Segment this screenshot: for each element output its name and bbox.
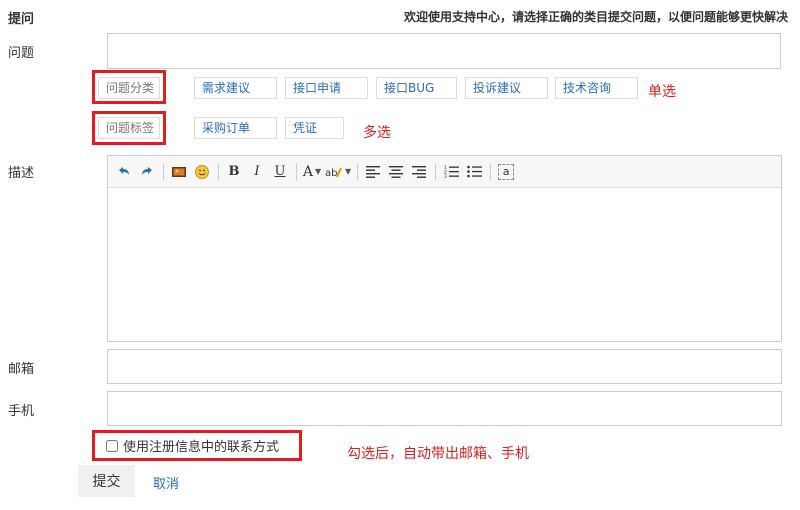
toolbar-separator xyxy=(435,162,437,181)
use-registered-note: 勾选后，自动带出邮箱、手机 xyxy=(347,446,529,462)
cancel-link[interactable]: 取消 xyxy=(153,473,179,492)
category-chip-api-apply[interactable]: 接口申请 xyxy=(285,77,368,99)
email-label: 邮箱 xyxy=(8,362,35,377)
align-center-icon[interactable] xyxy=(386,161,406,183)
email-input[interactable] xyxy=(107,349,782,384)
font-color-button[interactable]: A ▼ xyxy=(302,161,322,183)
question-input[interactable] xyxy=(107,33,781,69)
font-color-label: A xyxy=(302,163,313,180)
toolbar-separator xyxy=(357,162,359,181)
use-registered-label: 使用注册信息中的联系方式 xyxy=(123,440,280,455)
emoji-icon[interactable] xyxy=(192,161,212,183)
source-code-button[interactable]: a xyxy=(496,161,516,183)
use-registered-checkbox[interactable] xyxy=(106,439,118,452)
unordered-list-icon[interactable] xyxy=(464,161,484,183)
bold-button[interactable]: B xyxy=(224,161,244,183)
undo-icon[interactable] xyxy=(114,161,134,183)
redo-icon[interactable] xyxy=(137,161,157,183)
submit-button[interactable]: 提交 xyxy=(78,465,135,497)
svg-text:3: 3 xyxy=(444,174,447,178)
align-left-icon[interactable] xyxy=(363,161,383,183)
phone-input[interactable] xyxy=(107,391,782,426)
italic-button[interactable]: I xyxy=(247,161,267,183)
welcome-text: 欢迎使用支持中心，请选择正确的类目提交问题，以便问题能够更快解决 xyxy=(403,10,788,24)
toolbar-separator xyxy=(163,162,164,181)
description-label: 描述 xyxy=(8,166,35,181)
source-label: a xyxy=(498,163,515,180)
category-label: 问题分类 xyxy=(98,77,160,99)
question-label: 问题 xyxy=(8,46,35,61)
tag-chip-purchase-order[interactable]: 采购订单 xyxy=(194,117,277,139)
svg-text:ab: ab xyxy=(325,168,337,179)
category-chip-requirement[interactable]: 需求建议 xyxy=(194,77,277,99)
chevron-down-icon: ▼ xyxy=(345,167,352,176)
tag-chip-voucher[interactable]: 凭证 xyxy=(285,117,344,139)
toolbar-separator xyxy=(218,162,219,181)
category-chip-api-bug[interactable]: 接口BUG xyxy=(376,77,457,99)
use-registered-option[interactable]: 使用注册信息中的联系方式 xyxy=(106,436,279,455)
editor-content-area[interactable] xyxy=(108,188,781,340)
toolbar-separator xyxy=(490,162,492,181)
underline-button[interactable]: U xyxy=(270,161,290,183)
image-icon[interactable] xyxy=(169,161,189,183)
multi-select-note: 多选 xyxy=(363,125,391,141)
phone-label: 手机 xyxy=(8,404,35,419)
page-title: 提问 xyxy=(8,12,35,27)
highlight-color-button[interactable]: ab ▼ xyxy=(325,161,351,183)
single-select-note: 单选 xyxy=(648,84,676,100)
highlighter-icon: ab xyxy=(325,167,342,179)
editor-toolbar: B I U A ▼ ab ▼ 123 a xyxy=(108,156,781,188)
align-right-icon[interactable] xyxy=(409,161,429,183)
tag-label: 问题标签 xyxy=(98,117,160,139)
category-chip-tech-consult[interactable]: 技术咨询 xyxy=(555,77,638,99)
ordered-list-icon[interactable]: 123 xyxy=(441,161,461,183)
rich-text-editor[interactable]: B I U A ▼ ab ▼ 123 a xyxy=(107,155,782,342)
category-chip-complaint[interactable]: 投诉建议 xyxy=(465,77,548,99)
toolbar-separator xyxy=(296,162,297,181)
chevron-down-icon: ▼ xyxy=(314,167,322,176)
